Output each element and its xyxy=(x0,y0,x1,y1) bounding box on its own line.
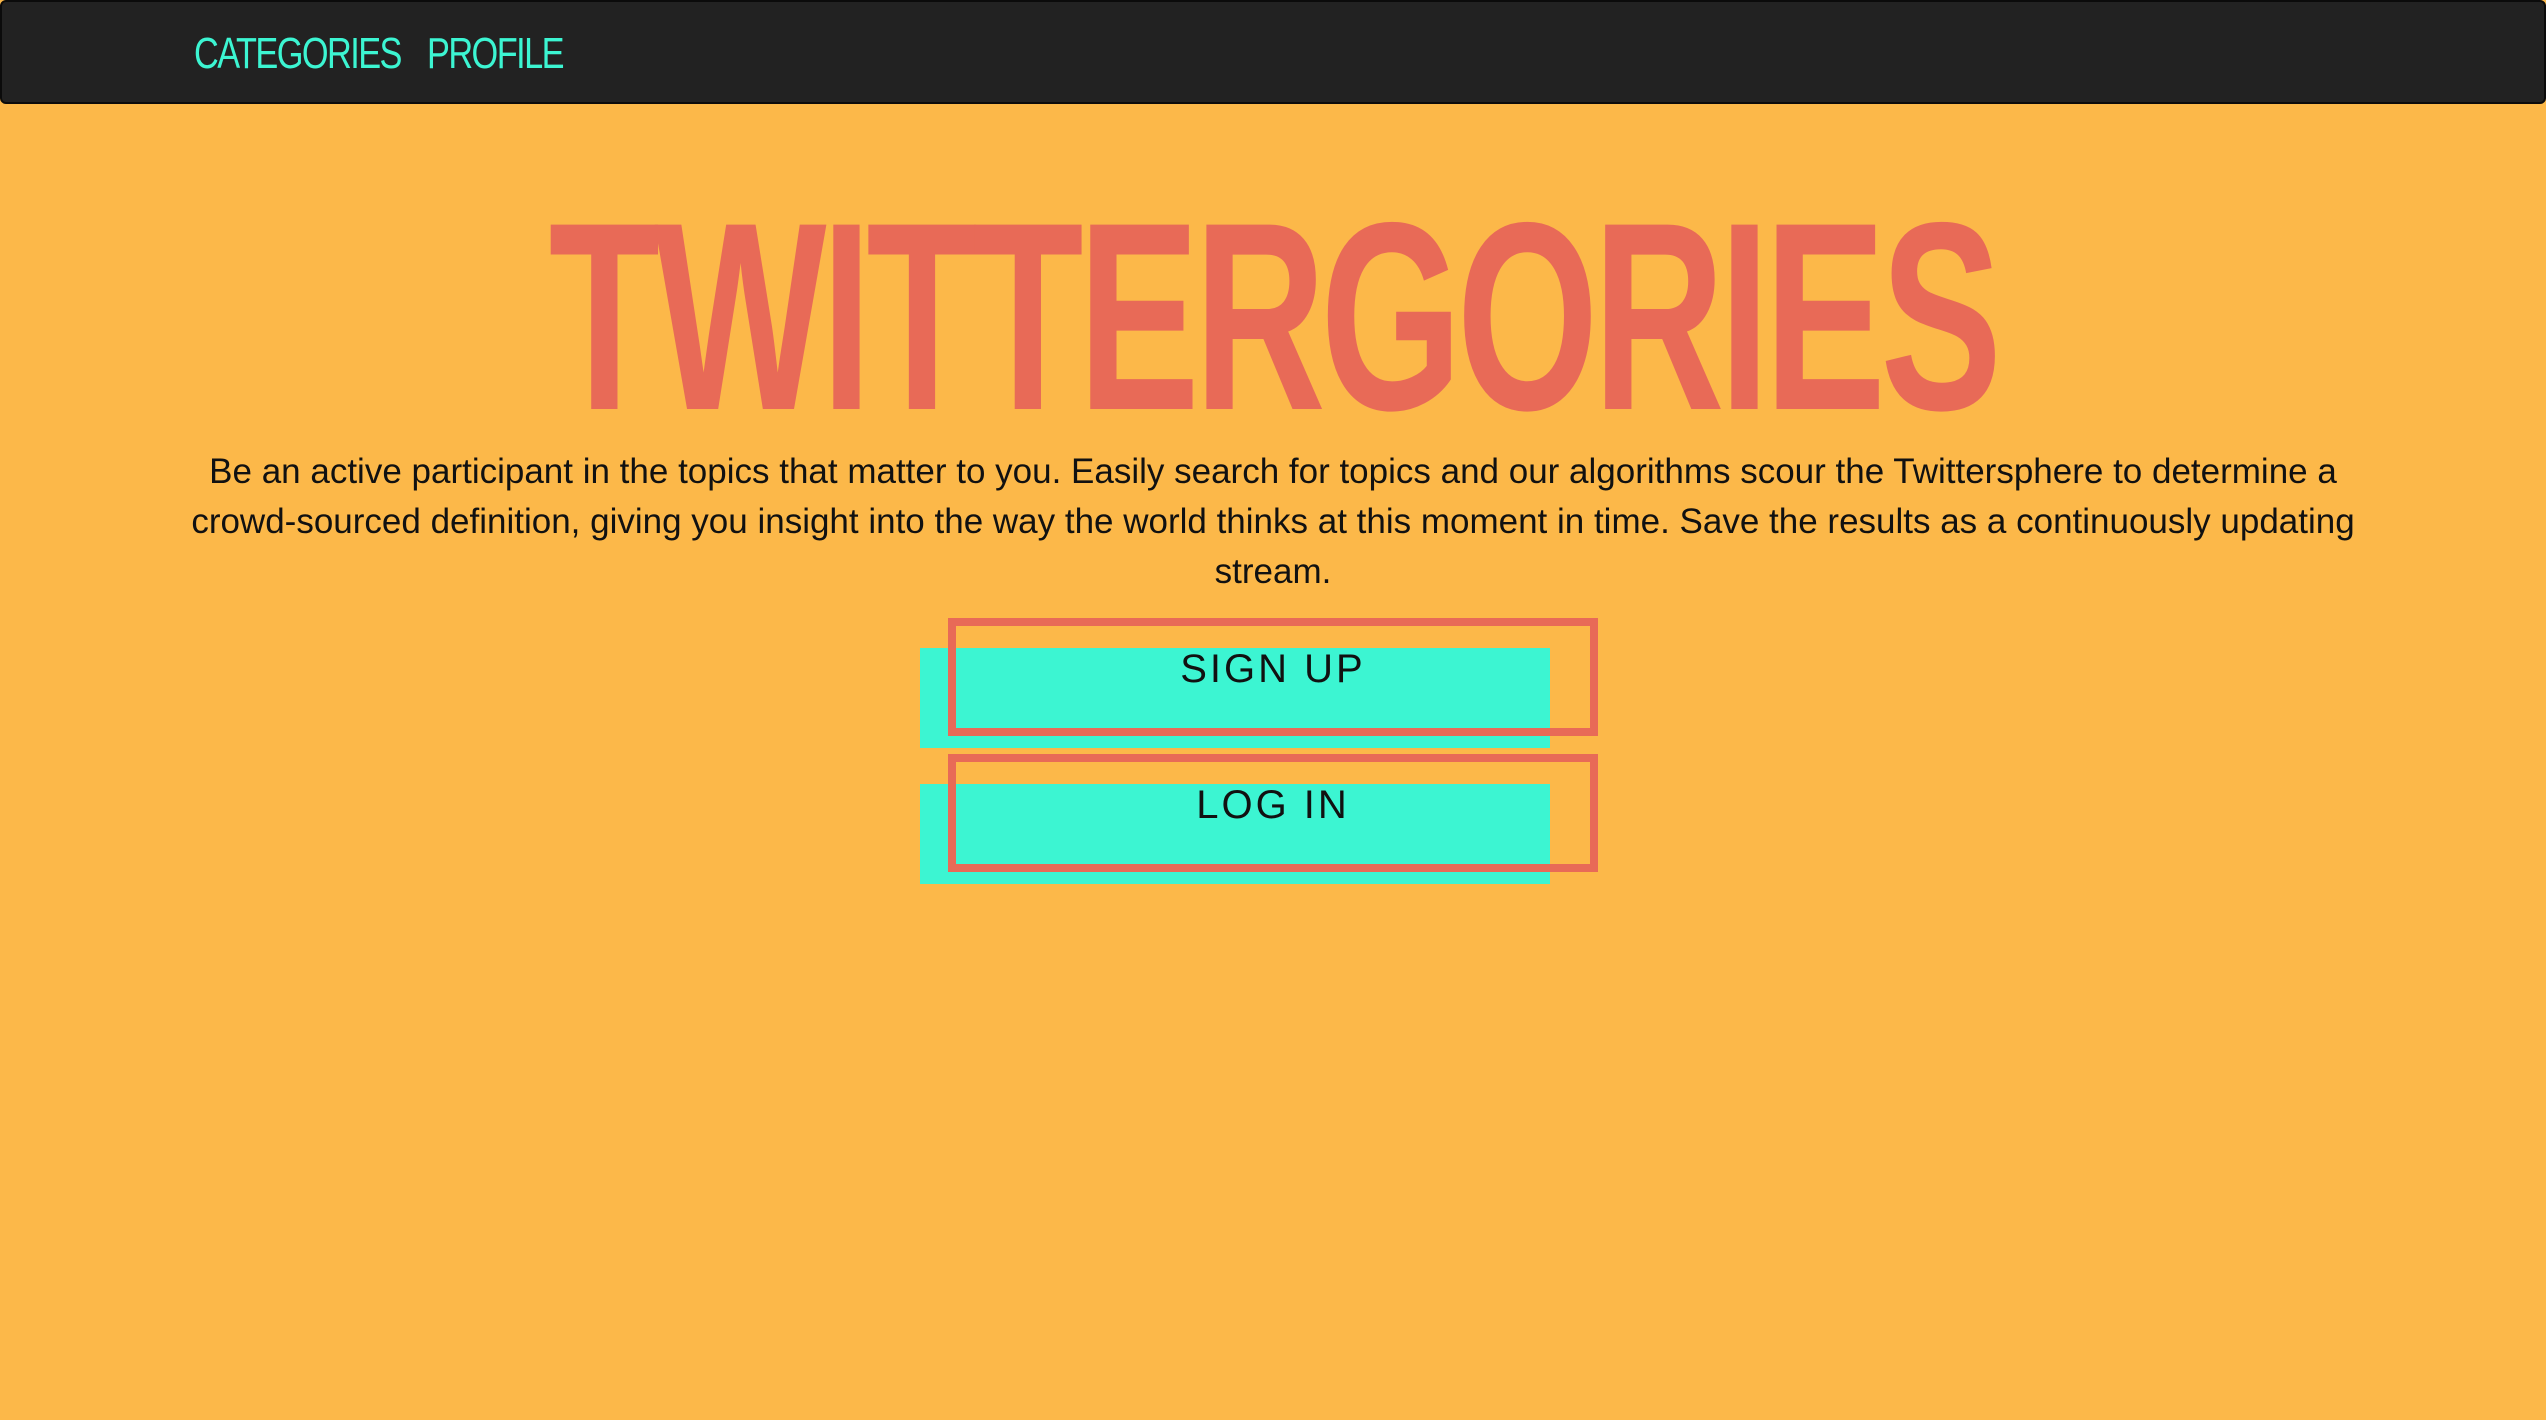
log-in-button[interactable]: LOG IN xyxy=(920,754,1598,884)
hero-title-text: TWITTERGORIES xyxy=(549,166,2002,466)
nav-categories-link[interactable]: CATEGORIES xyxy=(194,26,402,82)
top-navbar: CATEGORIES PROFILE xyxy=(0,0,2546,104)
nav-profile-link[interactable]: PROFILE xyxy=(427,26,565,82)
sign-up-button-label: SIGN UP xyxy=(1180,647,1366,691)
log-in-button-label: LOG IN xyxy=(1196,783,1350,827)
hero-title: TWITTERGORIES xyxy=(0,166,2546,466)
hero-description: Be an active participant in the topics t… xyxy=(191,452,2355,591)
sign-up-button[interactable]: SIGN UP xyxy=(920,618,1598,748)
